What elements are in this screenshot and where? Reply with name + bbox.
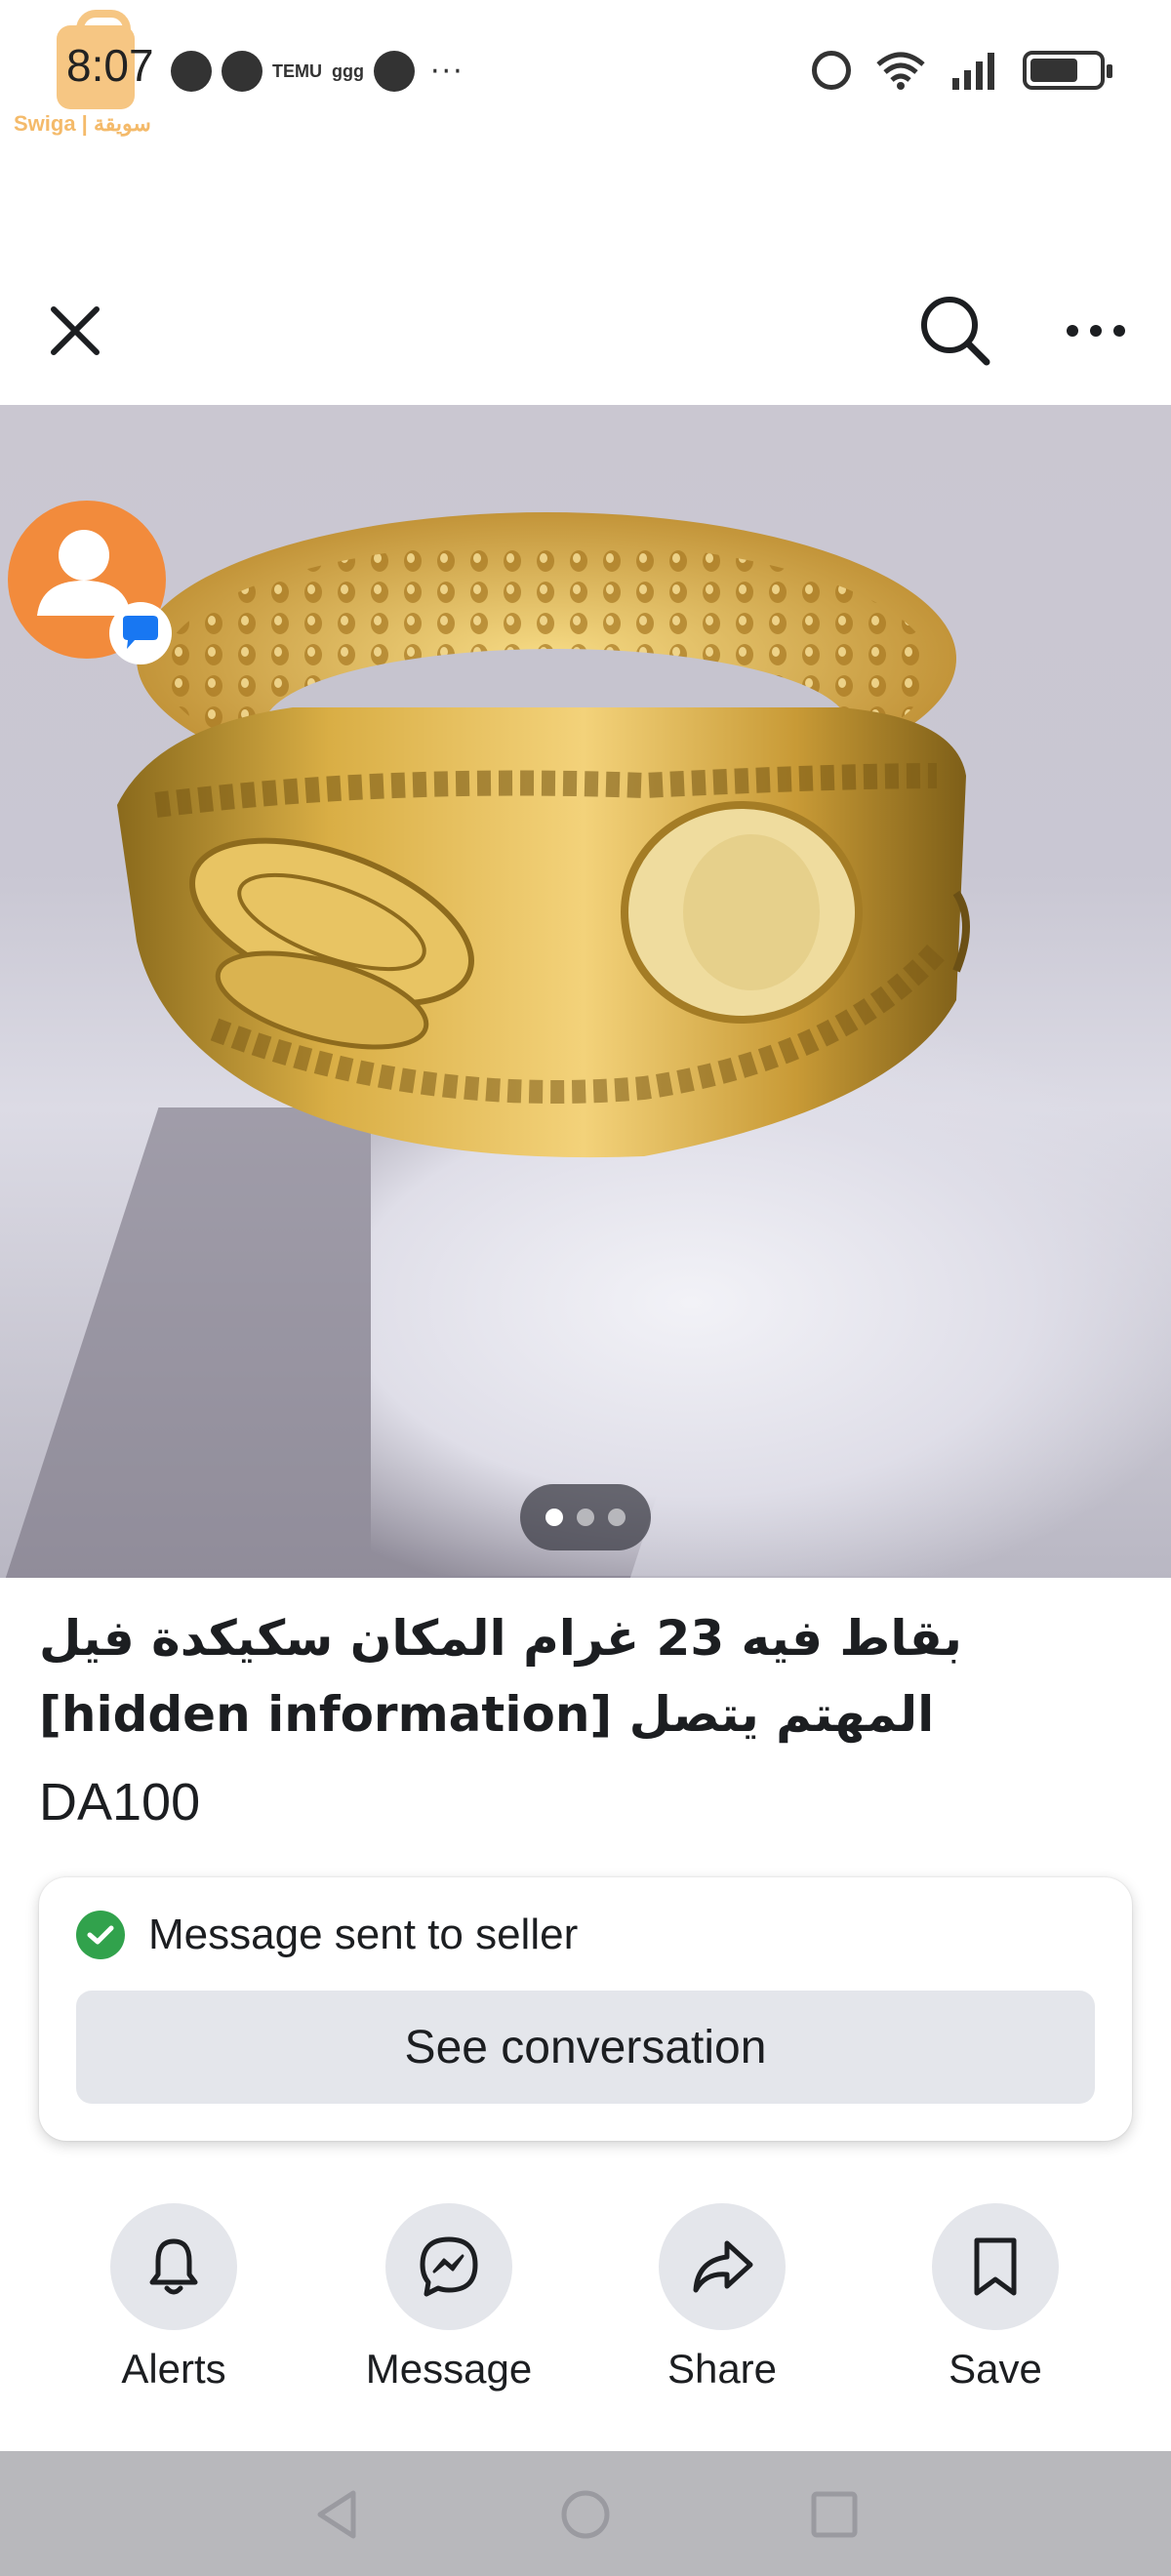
top-app-bar <box>0 263 1171 390</box>
alerts-icon-circle[interactable] <box>110 2203 237 2330</box>
status-time: 8:07 <box>66 40 154 91</box>
notification-icons: TEMU ggg ··· <box>171 51 464 92</box>
system-nav-bar <box>0 2451 1171 2576</box>
threads-icon: ggg <box>332 60 364 81</box>
message-badge <box>109 602 172 664</box>
message-icon-circle[interactable] <box>385 2203 512 2330</box>
seller-avatar[interactable] <box>8 501 172 664</box>
system-icons <box>812 51 1112 90</box>
save-icon-circle[interactable] <box>932 2203 1059 2330</box>
watermark-text: Swiga | سويقة <box>14 111 151 136</box>
bell-icon <box>149 2238 198 2295</box>
share-label: Share <box>666 2346 778 2392</box>
more-dots-icon <box>374 51 415 92</box>
messenger-icon <box>420 2236 478 2297</box>
more-icon <box>1067 325 1125 337</box>
gold-bracelet-image <box>117 512 970 1158</box>
back-button[interactable] <box>303 2480 371 2549</box>
see-conversation-button[interactable]: See conversation <box>76 1991 1095 2104</box>
listing-title: بقاط فيه 23 غرام المكان سكيكدة فيل المهت… <box>39 1610 962 1743</box>
search-button[interactable] <box>911 287 999 375</box>
wifi-icon <box>874 51 927 90</box>
message-bubble-icon <box>123 616 158 649</box>
battery-level <box>1030 59 1077 82</box>
message-confirmation-card: Message sent to seller See conversation <box>39 1877 1132 2141</box>
check-circle-icon <box>76 1911 125 1959</box>
save-label: Save <box>949 2346 1042 2392</box>
listing-price: DA100 <box>39 1773 201 1831</box>
pager-dot <box>545 1509 563 1526</box>
home-button[interactable] <box>551 2480 620 2549</box>
pager-dot <box>608 1509 626 1526</box>
recents-button[interactable] <box>800 2480 868 2549</box>
alarm-icon <box>812 51 851 90</box>
status-bar: Swiga | سويقة 8:07 TEMU ggg ··· <box>0 0 1171 146</box>
signal-icon <box>950 51 999 90</box>
overflow-indicator: ··· <box>430 54 464 89</box>
temu-icon: TEMU <box>272 60 322 81</box>
message-label: Message <box>365 2346 533 2392</box>
back-icon <box>317 2490 356 2539</box>
battery-icon <box>1023 51 1112 90</box>
bookmark-icon <box>974 2237 1017 2296</box>
pager-dot <box>577 1509 594 1526</box>
share-icon <box>693 2240 753 2293</box>
alerts-label: Alerts <box>121 2346 226 2392</box>
search-icon <box>921 297 990 366</box>
action-row: Alerts Message Share Save <box>0 2203 1171 2408</box>
message-status-text: Message sent to seller <box>148 1911 579 1958</box>
save-button[interactable]: Save <box>878 2203 1112 2393</box>
close-icon <box>51 306 100 355</box>
messenger-icon <box>171 51 212 92</box>
message-status-row: Message sent to seller <box>76 1911 578 1959</box>
share-button[interactable]: Share <box>605 2203 839 2393</box>
listing-photo[interactable] <box>0 405 1171 1578</box>
home-icon <box>561 2490 610 2539</box>
alerts-button[interactable]: Alerts <box>57 2203 291 2393</box>
more-options-button[interactable] <box>1052 287 1140 375</box>
share-icon-circle[interactable] <box>659 2203 786 2330</box>
chat-bubble-icon <box>222 51 262 92</box>
message-button[interactable]: Message <box>332 2203 566 2393</box>
close-button[interactable] <box>31 287 119 375</box>
photo-pager <box>520 1484 651 1550</box>
recents-icon <box>811 2491 858 2538</box>
